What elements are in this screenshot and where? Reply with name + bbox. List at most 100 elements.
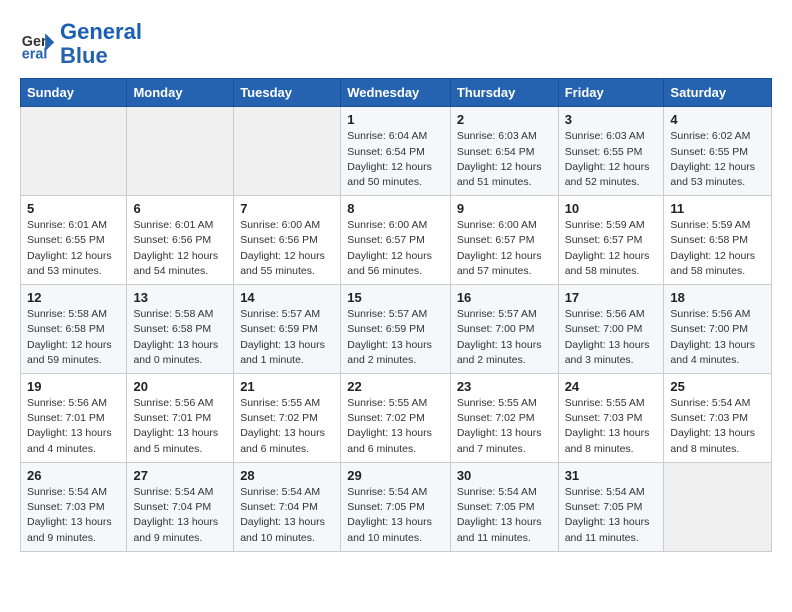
- calendar-cell: 11 Sunrise: 5:59 AM Sunset: 6:58 PM Dayli…: [664, 196, 772, 285]
- logo-icon: Gen eral: [20, 26, 56, 62]
- weekday-header-friday: Friday: [558, 79, 664, 107]
- day-number: 28: [240, 468, 334, 483]
- day-number: 13: [133, 290, 227, 305]
- weekday-row: SundayMondayTuesdayWednesdayThursdayFrid…: [21, 79, 772, 107]
- weekday-header-sunday: Sunday: [21, 79, 127, 107]
- calendar-cell: 20Sunrise: 5:56 AM Sunset: 7:01 PM Dayli…: [127, 374, 234, 463]
- day-number: 27: [133, 468, 227, 483]
- day-number: 10: [565, 201, 658, 216]
- day-number: 22: [347, 379, 444, 394]
- logo-text: GeneralBlue: [60, 20, 142, 68]
- day-number: 9: [457, 201, 552, 216]
- calendar-cell: 16 Sunrise: 5:57 AM Sunset: 7:00 PM Dayli…: [450, 285, 558, 374]
- calendar-cell: 23 Sunrise: 5:55 AM Sunset: 7:02 PM Dayli…: [450, 374, 558, 463]
- day-info: Sunrise: 5:59 AM Sunset: 6:58 PM Dayligh…: [670, 218, 765, 279]
- calendar-week-row: 1Sunrise: 6:04 AM Sunset: 6:54 PM Daylig…: [21, 107, 772, 196]
- day-info: Sunrise: 5:55 AM Sunset: 7:02 PM Dayligh…: [457, 396, 552, 457]
- calendar-cell: 5 Sunrise: 6:01 AM Sunset: 6:55 PM Daylig…: [21, 196, 127, 285]
- day-info: Sunrise: 5:56 AM Sunset: 7:00 PM Dayligh…: [565, 307, 658, 368]
- calendar-cell: 6 Sunrise: 6:01 AM Sunset: 6:56 PM Daylig…: [127, 196, 234, 285]
- calendar-cell: 2Sunrise: 6:03 AM Sunset: 6:54 PM Daylig…: [450, 107, 558, 196]
- day-number: 24: [565, 379, 658, 394]
- calendar-cell: 4 Sunrise: 6:02 AM Sunset: 6:55 PM Daylig…: [664, 107, 772, 196]
- calendar-cell: 29 Sunrise: 5:54 AM Sunset: 7:05 PM Dayli…: [341, 462, 451, 551]
- weekday-header-monday: Monday: [127, 79, 234, 107]
- day-info: Sunrise: 5:54 AM Sunset: 7:05 PM Dayligh…: [347, 485, 444, 546]
- calendar-cell: 7 Sunrise: 6:00 AM Sunset: 6:56 PM Daylig…: [234, 196, 341, 285]
- calendar-week-row: 12Sunrise: 5:58 AM Sunset: 6:58 PM Dayli…: [21, 285, 772, 374]
- weekday-header-thursday: Thursday: [450, 79, 558, 107]
- day-number: 20: [133, 379, 227, 394]
- calendar-cell: [664, 462, 772, 551]
- calendar-cell: 19 Sunrise: 5:56 AM Sunset: 7:01 PM Dayli…: [21, 374, 127, 463]
- day-info: Sunrise: 5:54 AM Sunset: 7:05 PM Dayligh…: [565, 485, 658, 546]
- calendar-cell: 3Sunrise: 6:03 AM Sunset: 6:55 PM Daylig…: [558, 107, 664, 196]
- calendar-cell: 9 Sunrise: 6:00 AM Sunset: 6:57 PM Daylig…: [450, 196, 558, 285]
- day-number: 23: [457, 379, 552, 394]
- calendar-cell: 30 Sunrise: 5:54 AM Sunset: 7:05 PM Dayli…: [450, 462, 558, 551]
- day-info: Sunrise: 6:00 AM Sunset: 6:57 PM Dayligh…: [347, 218, 444, 279]
- day-number: 6: [133, 201, 227, 216]
- day-number: 7: [240, 201, 334, 216]
- day-number: 21: [240, 379, 334, 394]
- day-number: 11: [670, 201, 765, 216]
- day-info: Sunrise: 5:57 AM Sunset: 6:59 PM Dayligh…: [347, 307, 444, 368]
- day-info: Sunrise: 5:57 AM Sunset: 7:00 PM Dayligh…: [457, 307, 552, 368]
- day-info: Sunrise: 6:00 AM Sunset: 6:57 PM Dayligh…: [457, 218, 552, 279]
- calendar-body: 1Sunrise: 6:04 AM Sunset: 6:54 PM Daylig…: [21, 107, 772, 551]
- day-number: 2: [457, 112, 552, 127]
- day-number: 18: [670, 290, 765, 305]
- day-number: 26: [27, 468, 120, 483]
- day-info: Sunrise: 5:54 AM Sunset: 7:03 PM Dayligh…: [670, 396, 765, 457]
- day-info: Sunrise: 5:54 AM Sunset: 7:05 PM Dayligh…: [457, 485, 552, 546]
- calendar-cell: 25 Sunrise: 5:54 AM Sunset: 7:03 PM Dayli…: [664, 374, 772, 463]
- day-info: Sunrise: 5:54 AM Sunset: 7:04 PM Dayligh…: [240, 485, 334, 546]
- calendar-cell: 31 Sunrise: 5:54 AM Sunset: 7:05 PM Dayli…: [558, 462, 664, 551]
- day-number: 1: [347, 112, 444, 127]
- day-number: 31: [565, 468, 658, 483]
- calendar-cell: 1Sunrise: 6:04 AM Sunset: 6:54 PM Daylig…: [341, 107, 451, 196]
- day-number: 30: [457, 468, 552, 483]
- day-info: Sunrise: 6:01 AM Sunset: 6:55 PM Dayligh…: [27, 218, 120, 279]
- day-number: 16: [457, 290, 552, 305]
- day-number: 29: [347, 468, 444, 483]
- weekday-header-tuesday: Tuesday: [234, 79, 341, 107]
- day-info: Sunrise: 6:00 AM Sunset: 6:56 PM Dayligh…: [240, 218, 334, 279]
- day-info: Sunrise: 6:01 AM Sunset: 6:56 PM Dayligh…: [133, 218, 227, 279]
- calendar-cell: 18 Sunrise: 5:56 AM Sunset: 7:00 PM Dayli…: [664, 285, 772, 374]
- day-number: 14: [240, 290, 334, 305]
- day-info: Sunrise: 5:54 AM Sunset: 7:04 PM Dayligh…: [133, 485, 227, 546]
- day-info: Sunrise: 5:58 AM Sunset: 6:58 PM Dayligh…: [133, 307, 227, 368]
- day-number: 4: [670, 112, 765, 127]
- day-info: Sunrise: 6:03 AM Sunset: 6:55 PM Dayligh…: [565, 129, 658, 190]
- calendar-week-row: 26 Sunrise: 5:54 AM Sunset: 7:03 PM Dayli…: [21, 462, 772, 551]
- day-info: Sunrise: 5:54 AM Sunset: 7:03 PM Dayligh…: [27, 485, 120, 546]
- day-info: Sunrise: 5:55 AM Sunset: 7:02 PM Dayligh…: [240, 396, 334, 457]
- day-number: 17: [565, 290, 658, 305]
- day-number: 5: [27, 201, 120, 216]
- page-header: Gen eral GeneralBlue: [20, 20, 772, 68]
- calendar-week-row: 5 Sunrise: 6:01 AM Sunset: 6:55 PM Daylig…: [21, 196, 772, 285]
- weekday-header-saturday: Saturday: [664, 79, 772, 107]
- day-info: Sunrise: 6:02 AM Sunset: 6:55 PM Dayligh…: [670, 129, 765, 190]
- calendar-week-row: 19 Sunrise: 5:56 AM Sunset: 7:01 PM Dayli…: [21, 374, 772, 463]
- calendar-cell: 14 Sunrise: 5:57 AM Sunset: 6:59 PM Dayli…: [234, 285, 341, 374]
- calendar-cell: 21 Sunrise: 5:55 AM Sunset: 7:02 PM Dayli…: [234, 374, 341, 463]
- day-number: 19: [27, 379, 120, 394]
- day-number: 8: [347, 201, 444, 216]
- day-info: Sunrise: 5:55 AM Sunset: 7:03 PM Dayligh…: [565, 396, 658, 457]
- calendar-cell: 8 Sunrise: 6:00 AM Sunset: 6:57 PM Daylig…: [341, 196, 451, 285]
- day-info: Sunrise: 5:56 AM Sunset: 7:01 PM Dayligh…: [27, 396, 120, 457]
- logo: Gen eral GeneralBlue: [20, 20, 142, 68]
- day-info: Sunrise: 5:59 AM Sunset: 6:57 PM Dayligh…: [565, 218, 658, 279]
- calendar-cell: 12Sunrise: 5:58 AM Sunset: 6:58 PM Dayli…: [21, 285, 127, 374]
- calendar-cell: [21, 107, 127, 196]
- svg-text:eral: eral: [22, 47, 48, 63]
- calendar-cell: 24 Sunrise: 5:55 AM Sunset: 7:03 PM Dayli…: [558, 374, 664, 463]
- day-info: Sunrise: 5:57 AM Sunset: 6:59 PM Dayligh…: [240, 307, 334, 368]
- day-info: Sunrise: 5:56 AM Sunset: 7:00 PM Dayligh…: [670, 307, 765, 368]
- calendar-table: SundayMondayTuesdayWednesdayThursdayFrid…: [20, 78, 772, 551]
- calendar-cell: 15Sunrise: 5:57 AM Sunset: 6:59 PM Dayli…: [341, 285, 451, 374]
- day-number: 25: [670, 379, 765, 394]
- calendar-cell: 13 Sunrise: 5:58 AM Sunset: 6:58 PM Dayli…: [127, 285, 234, 374]
